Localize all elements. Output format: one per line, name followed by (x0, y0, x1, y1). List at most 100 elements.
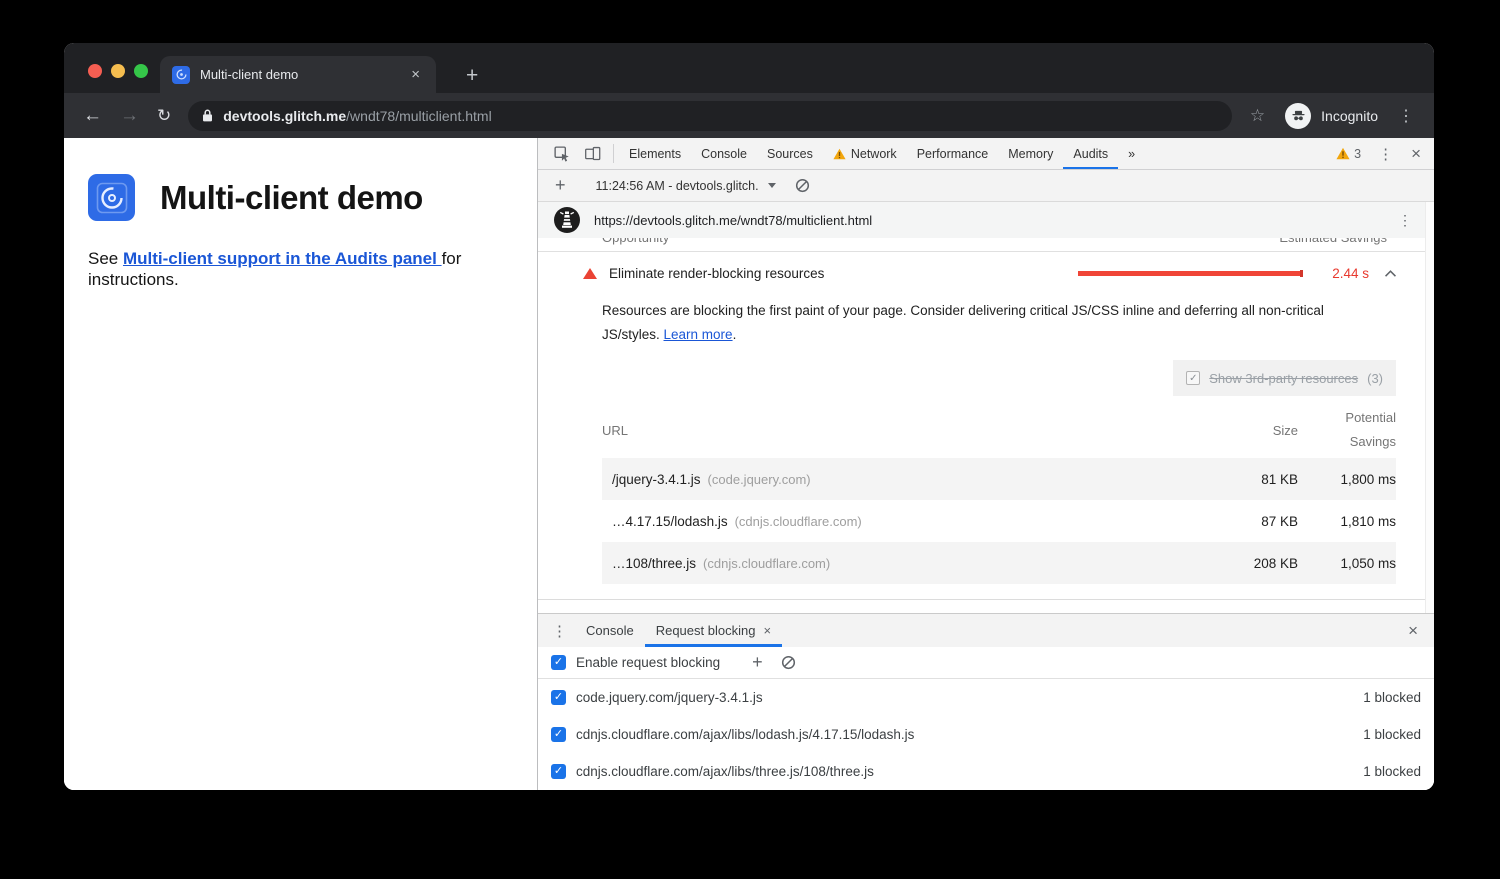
audits-support-link[interactable]: Multi-client support in the Audits panel (123, 249, 442, 268)
new-tab-button[interactable]: + (460, 65, 484, 86)
resource-url: …4.17.15/lodash.js (612, 514, 728, 529)
lock-icon[interactable] (202, 109, 213, 122)
tab-memory[interactable]: Memory (998, 138, 1063, 169)
divider (613, 144, 614, 163)
audits-toolbar: + 11:24:56 AM - devtools.glitch. (538, 170, 1434, 202)
enable-blocking-checkbox[interactable]: ✓ (551, 655, 566, 670)
audit-run-selector[interactable]: 11:24:56 AM - devtools.glitch. (586, 179, 786, 193)
drawer-close-icon[interactable]: × (1398, 614, 1428, 647)
third-party-label: Show 3rd-party resources (1209, 371, 1358, 386)
estimated-savings-column-label: Estimated Savings (1279, 238, 1387, 251)
third-party-toggle[interactable]: ✓ Show 3rd-party resources (3) (1173, 360, 1396, 396)
audit-opportunity-row[interactable]: Eliminate render-blocking resources 2.44… (538, 252, 1434, 294)
table-row: …4.17.15/lodash.js (cdnjs.cloudflare.com)… (602, 500, 1396, 542)
new-audit-button[interactable]: + (546, 175, 575, 196)
forward-button[interactable]: → (111, 101, 148, 131)
add-pattern-button[interactable]: + (743, 652, 772, 673)
tab-audits[interactable]: Audits (1063, 138, 1118, 169)
audited-url: https://devtools.glitch.me/wndt78/multic… (594, 213, 1390, 228)
warning-icon (1336, 147, 1350, 160)
audited-site-row: https://devtools.glitch.me/wndt78/multic… (538, 202, 1434, 238)
pattern-checkbox[interactable]: ✓ (551, 764, 566, 779)
zoom-window-button[interactable] (134, 64, 148, 78)
address-bar[interactable]: devtools.glitch.me/wndt78/multiclient.ht… (188, 101, 1232, 131)
list-item[interactable]: ✓ cdnjs.cloudflare.com/ajax/libs/lodash.… (538, 716, 1434, 753)
incognito-badge: Incognito (1275, 103, 1388, 129)
collapse-chevron-icon[interactable] (1384, 269, 1397, 278)
drawer-tab-request-blocking[interactable]: Request blocking × (645, 614, 782, 647)
learn-more-link[interactable]: Learn more (664, 327, 733, 342)
opportunity-header-clipped: Opportunity Estimated Savings (602, 238, 1387, 251)
scrollbar[interactable] (1425, 202, 1434, 613)
third-party-checkbox[interactable]: ✓ (1186, 371, 1200, 385)
tab-strip: Multi-client demo × + (64, 43, 1434, 93)
list-item[interactable]: ✓ code.jquery.com/jquery-3.4.1.js 1 bloc… (538, 679, 1434, 716)
back-button[interactable]: ← (74, 101, 111, 131)
audits-report: https://devtools.glitch.me/wndt78/multic… (538, 202, 1434, 613)
pattern-url: code.jquery.com/jquery-3.4.1.js (576, 690, 1363, 705)
tab-performance[interactable]: Performance (907, 138, 999, 169)
fail-triangle-icon (583, 268, 597, 279)
resource-origin: (cdnjs.cloudflare.com) (703, 556, 830, 571)
more-tabs-button[interactable]: » (1118, 138, 1145, 169)
incognito-icon (1285, 103, 1311, 129)
resource-savings: 1,050 ms (1298, 556, 1396, 571)
browser-tab[interactable]: Multi-client demo × (160, 56, 436, 93)
issues-warning-badge[interactable]: 3 (1328, 147, 1369, 161)
warning-icon (833, 148, 846, 160)
window-content: Multi-client demo See Multi-client suppo… (64, 138, 1434, 790)
tab-sources[interactable]: Sources (757, 138, 823, 169)
blocked-count: 1 blocked (1363, 727, 1421, 742)
pattern-checkbox[interactable]: ✓ (551, 690, 566, 705)
tab-close-icon[interactable]: × (407, 65, 424, 84)
devtools-drawer: ⋮ Console Request blocking × × ✓ Enable … (538, 613, 1434, 790)
resource-url: /jquery-3.4.1.js (612, 472, 701, 487)
drawer-tab-console[interactable]: Console (575, 614, 645, 647)
resource-origin: (code.jquery.com) (708, 472, 811, 487)
tab-network[interactable]: Network (823, 138, 907, 169)
devtools-tabbar: Elements Console Sources Network Perform… (538, 138, 1434, 170)
bookmark-star-icon[interactable]: ☆ (1240, 106, 1275, 126)
request-blocking-toolbar: ✓ Enable request blocking + (538, 647, 1434, 679)
inspect-element-icon[interactable] (546, 138, 577, 169)
traffic-lights (88, 64, 148, 78)
minimize-window-button[interactable] (111, 64, 125, 78)
third-party-count: (3) (1367, 371, 1383, 386)
device-toolbar-icon[interactable] (577, 138, 608, 169)
resource-savings: 1,800 ms (1298, 472, 1396, 487)
opportunity-column-label: Opportunity (602, 238, 669, 251)
web-page: Multi-client demo See Multi-client suppo… (64, 138, 537, 790)
reload-button[interactable]: ↻ (148, 101, 180, 131)
url-host: devtools.glitch.me (223, 108, 346, 124)
report-menu-kebab-icon[interactable]: ⋮ (1390, 212, 1420, 229)
drawer-menu-kebab-icon[interactable]: ⋮ (544, 614, 575, 647)
body-prefix: See (88, 249, 123, 268)
close-window-button[interactable] (88, 64, 102, 78)
devtools-close-icon[interactable]: × (1402, 144, 1430, 164)
table-row: …108/three.js(cdnjs.cloudflare.com) 208 … (602, 542, 1396, 584)
page-body-text: See Multi-client support in the Audits p… (88, 248, 528, 290)
clear-audits-icon[interactable] (786, 178, 819, 193)
divider (538, 599, 1425, 600)
resource-origin: (cdnjs.cloudflare.com) (735, 514, 862, 529)
page-logo-spiral-icon (88, 174, 135, 221)
column-url: URL (602, 423, 1206, 438)
table-header: URL Size Potential Savings (602, 402, 1396, 458)
remove-all-patterns-icon[interactable] (772, 655, 805, 670)
drawer-tab-close-icon[interactable]: × (763, 623, 771, 638)
tab-elements[interactable]: Elements (619, 138, 691, 169)
page-title: Multi-client demo (160, 179, 423, 217)
column-potential-savings: Potential Savings (1298, 406, 1396, 454)
blocked-count: 1 blocked (1363, 690, 1421, 705)
list-item[interactable]: ✓ cdnjs.cloudflare.com/ajax/libs/three.j… (538, 753, 1434, 790)
pattern-checkbox[interactable]: ✓ (551, 727, 566, 742)
tab-console[interactable]: Console (691, 138, 757, 169)
browser-toolbar: ← → ↻ devtools.glitch.me/wndt78/multicli… (64, 93, 1434, 138)
lighthouse-icon (554, 207, 580, 233)
browser-window: Multi-client demo × + ← → ↻ devtools.gli… (64, 43, 1434, 790)
browser-menu-kebab-icon[interactable]: ⋮ (1388, 106, 1424, 126)
devtools-menu-kebab-icon[interactable]: ⋮ (1369, 145, 1402, 163)
url-path: /wndt78/multiclient.html (346, 108, 492, 124)
table-row: /jquery-3.4.1.js(code.jquery.com) 81 KB … (602, 458, 1396, 500)
audit-description: Resources are blocking the first paint o… (602, 299, 1368, 347)
